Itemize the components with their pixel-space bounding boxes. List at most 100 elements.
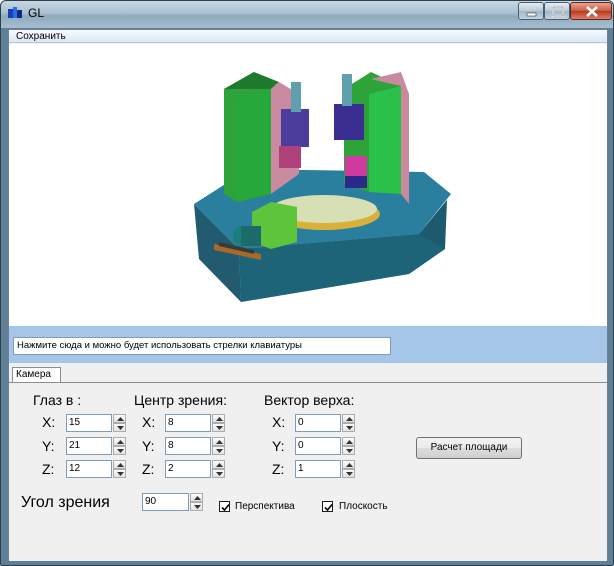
- eye-x-spinner[interactable]: 15: [66, 414, 127, 432]
- title-bar[interactable]: GL: [1, 1, 613, 28]
- center-y-spinner[interactable]: 8: [165, 437, 226, 455]
- eye-z-spinner[interactable]: 12: [66, 460, 127, 478]
- gl-viewport[interactable]: [9, 44, 607, 326]
- minimize-icon: [526, 12, 537, 17]
- perspective-checkbox[interactable]: [219, 501, 230, 512]
- spin-down-icon: [346, 449, 353, 453]
- plane-checkbox[interactable]: [322, 501, 333, 512]
- up-vector-title: Вектор верха:: [264, 392, 355, 408]
- left-spindle-housing: [281, 109, 309, 147]
- spin-up-icon: [216, 440, 223, 444]
- eye-y-label: Y:: [42, 438, 55, 454]
- spin-down-button[interactable]: [113, 423, 126, 432]
- up-y-field[interactable]: 0: [295, 437, 341, 455]
- spin-up-button[interactable]: [212, 437, 225, 446]
- maximize-icon: [552, 6, 564, 17]
- center-z-field[interactable]: 2: [165, 460, 211, 478]
- spin-down-button[interactable]: [342, 469, 355, 478]
- spin-up-icon: [346, 417, 353, 421]
- spin-down-icon: [216, 472, 223, 476]
- spin-down-button[interactable]: [113, 469, 126, 478]
- spin-down-button[interactable]: [113, 446, 126, 455]
- close-icon: [586, 6, 598, 17]
- spin-up-icon: [346, 440, 353, 444]
- center-x-field[interactable]: 8: [165, 414, 211, 432]
- keyboard-hint-input[interactable]: Нажмите сюда и можно будет использовать …: [13, 337, 391, 355]
- spin-down-button[interactable]: [342, 423, 355, 432]
- spin-down-button[interactable]: [212, 446, 225, 455]
- app-icon: [8, 7, 22, 18]
- camera-panel: Глаз в : X: Y: Z: 15 21 12 Центр зрения:…: [9, 382, 607, 561]
- checkmark-icon: [324, 503, 333, 512]
- spin-up-button[interactable]: [342, 437, 355, 446]
- eye-title: Глаз в :: [33, 392, 82, 408]
- close-button[interactable]: [570, 2, 612, 20]
- spin-down-icon: [117, 426, 124, 430]
- eye-y-field[interactable]: 21: [66, 437, 112, 455]
- up-z-spinner[interactable]: 1: [295, 460, 356, 478]
- client-area: Сохранить Нажмите сюда и можно будет исп…: [8, 29, 608, 561]
- spin-up-button[interactable]: [190, 493, 203, 502]
- spin-down-icon: [117, 472, 124, 476]
- spin-up-icon: [216, 417, 223, 421]
- checkmark-icon: [221, 503, 230, 512]
- spin-up-button[interactable]: [212, 460, 225, 469]
- center-y-field[interactable]: 8: [165, 437, 211, 455]
- center-x-spinner[interactable]: 8: [165, 414, 226, 432]
- center-x-label: X:: [142, 414, 156, 430]
- up-y-label: Y:: [272, 438, 285, 454]
- eye-z-field[interactable]: 12: [66, 460, 112, 478]
- up-z-label: Z:: [272, 461, 285, 477]
- view-angle-spinner[interactable]: 90: [142, 493, 204, 511]
- spin-up-button[interactable]: [212, 414, 225, 423]
- spin-down-icon: [194, 505, 201, 509]
- spin-up-button[interactable]: [342, 460, 355, 469]
- spin-up-icon: [194, 496, 201, 500]
- maximize-button[interactable]: [544, 2, 570, 20]
- window-title: GL: [28, 6, 45, 20]
- app-window: GL Сохранить Нажмите сюда и можно будет …: [0, 0, 614, 566]
- spin-down-icon: [216, 449, 223, 453]
- eye-z-label: Z:: [42, 461, 55, 477]
- plane-label: Плоскость: [339, 501, 388, 512]
- tab-bar: Камера: [9, 363, 607, 383]
- menu-save[interactable]: Сохранить: [16, 30, 66, 43]
- hint-strip: Нажмите сюда и можно будет использовать …: [9, 326, 607, 363]
- tab-camera[interactable]: Камера: [12, 367, 61, 383]
- center-title: Центр зрения:: [134, 392, 227, 408]
- spin-up-icon: [216, 463, 223, 467]
- eye-x-field[interactable]: 15: [66, 414, 112, 432]
- minimize-button[interactable]: [518, 2, 544, 20]
- spin-up-icon: [117, 417, 124, 421]
- spin-up-icon: [346, 463, 353, 467]
- spin-up-button[interactable]: [113, 460, 126, 469]
- spin-down-icon: [117, 449, 124, 453]
- up-z-field[interactable]: 1: [295, 460, 341, 478]
- spin-up-icon: [117, 463, 124, 467]
- calculate-area-button[interactable]: Расчет площади: [416, 437, 522, 459]
- spin-up-button[interactable]: [342, 414, 355, 423]
- spin-down-button[interactable]: [342, 446, 355, 455]
- perspective-label: Перспектива: [235, 501, 295, 512]
- up-y-spinner[interactable]: 0: [295, 437, 356, 455]
- machine-model-render: [194, 72, 451, 302]
- center-z-spinner[interactable]: 2: [165, 460, 226, 478]
- spin-down-button[interactable]: [190, 502, 203, 511]
- up-x-spinner[interactable]: 0: [295, 414, 356, 432]
- spin-down-button[interactable]: [212, 423, 225, 432]
- spin-down-icon: [346, 426, 353, 430]
- spin-up-icon: [117, 440, 124, 444]
- eye-y-spinner[interactable]: 21: [66, 437, 127, 455]
- spin-down-button[interactable]: [212, 469, 225, 478]
- view-angle-field[interactable]: 90: [142, 493, 189, 511]
- center-y-label: Y:: [142, 438, 155, 454]
- right-spindle-housing: [334, 104, 364, 140]
- eye-x-label: X:: [42, 414, 56, 430]
- view-angle-label: Угол зрения: [21, 494, 110, 511]
- spin-up-button[interactable]: [113, 414, 126, 423]
- up-x-field[interactable]: 0: [295, 414, 341, 432]
- spin-down-icon: [216, 426, 223, 430]
- up-x-label: X:: [272, 414, 286, 430]
- spin-up-button[interactable]: [113, 437, 126, 446]
- center-z-label: Z:: [142, 461, 155, 477]
